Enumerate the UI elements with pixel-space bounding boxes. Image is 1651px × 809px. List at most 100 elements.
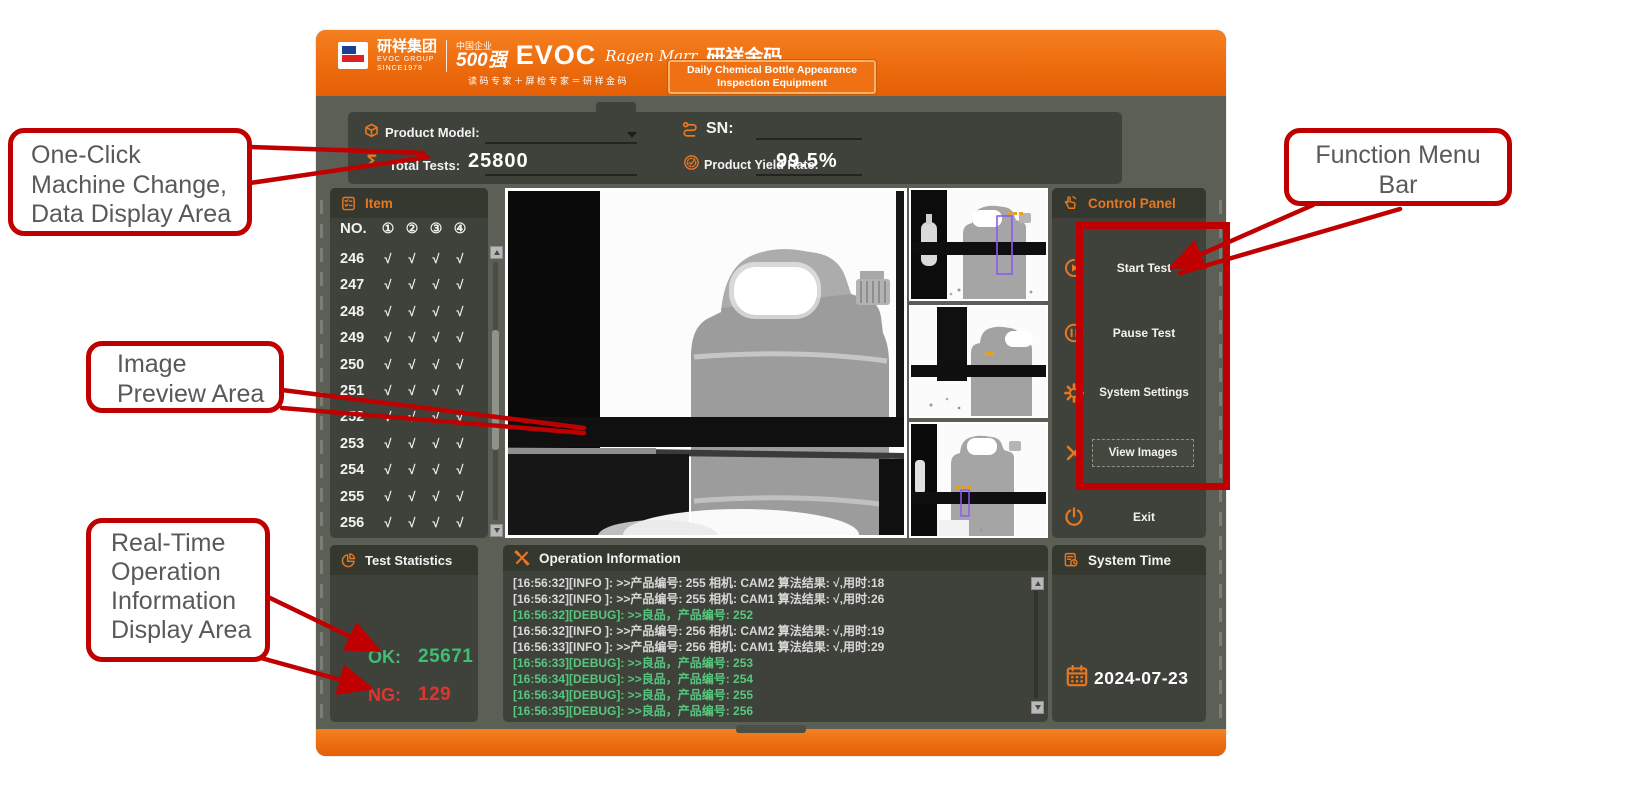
check-mark: √ <box>448 484 472 510</box>
check-mark: √ <box>400 484 424 510</box>
total-tests-field[interactable]: 25800 <box>485 150 637 176</box>
table-row[interactable]: 251√√√√ <box>330 378 488 404</box>
row-no: 248 <box>330 299 376 325</box>
table-row[interactable]: 250√√√√ <box>330 352 488 378</box>
check-mark: √ <box>448 378 472 404</box>
check-mark: √ <box>448 457 472 483</box>
row-no: 253 <box>330 431 376 457</box>
callout-data-display-area: One-Click Machine Change, Data Display A… <box>8 128 252 236</box>
logo-divider <box>446 40 447 72</box>
check-mark: √ <box>448 246 472 272</box>
callout-function-menu-bar: Function Menu Bar <box>1284 128 1512 206</box>
table-row[interactable]: 248√√√√ <box>330 299 488 325</box>
check-mark: √ <box>376 404 400 430</box>
evoc-wordmark: EVOC <box>516 40 597 71</box>
control-panel-header: Control Panel <box>1052 188 1206 218</box>
check-mark: √ <box>424 325 448 351</box>
check-mark: √ <box>448 431 472 457</box>
main-camera-image <box>505 188 907 538</box>
check-mark: √ <box>448 325 472 351</box>
row-no: 246 <box>330 246 376 272</box>
check-mark: √ <box>400 272 424 298</box>
frame-trim-left <box>320 200 323 720</box>
check-mark: √ <box>424 457 448 483</box>
table-row[interactable]: 252√√√√ <box>330 404 488 430</box>
check-mark: √ <box>376 272 400 298</box>
yield-rate-value: 99.5% <box>776 150 838 173</box>
product-model-label: Product Model: <box>385 125 480 140</box>
logo-group: 研祥集团 EVOC GROUP SINCE1978 <box>377 39 437 72</box>
check-mark: √ <box>400 404 424 430</box>
ng-value: 129 <box>418 684 451 706</box>
footer-notch <box>736 725 806 733</box>
log-lines: [16:56:32][INFO ]: >>产品编号: 255 相机: CAM2 … <box>513 575 1024 718</box>
system-time-header: System Time <box>1052 545 1206 575</box>
test-statistics-panel: Test Statistics OK: 25671 NG: 129 <box>330 545 478 722</box>
check-mark: √ <box>424 484 448 510</box>
row-no: 250 <box>330 352 376 378</box>
item-scroll-down-button[interactable] <box>490 524 503 537</box>
preview-thumbnail-3[interactable] <box>909 422 1048 538</box>
table-row[interactable]: 256√√√√ <box>330 510 488 536</box>
preview-thumbnail-2[interactable] <box>909 305 1048 418</box>
table-row[interactable]: 255√√√√ <box>330 484 488 510</box>
operation-information-panel: Operation Information [16:56:32][INFO ]:… <box>503 545 1048 722</box>
logo-enterprise: 中国企业 500强 <box>456 42 507 70</box>
log-line: [16:56:33][INFO ]: >>产品编号: 256 相机: CAM1 … <box>513 639 1024 655</box>
logo-500: 500强 <box>456 51 507 70</box>
app-title-line2: Inspection Equipment <box>717 77 827 90</box>
sn-label: SN: <box>706 120 734 138</box>
table-row[interactable]: 254√√√√ <box>330 457 488 483</box>
yield-rate-field[interactable]: 99.5% <box>756 150 862 176</box>
log-scrollbar-track[interactable] <box>1034 591 1038 698</box>
col-4: ④ <box>448 220 472 237</box>
exit-button[interactable]: Exit <box>1052 500 1206 534</box>
check-mark: √ <box>376 246 400 272</box>
row-no: 254 <box>330 457 376 483</box>
check-mark: √ <box>424 299 448 325</box>
col-2: ② <box>400 220 424 237</box>
row-no: 256 <box>330 510 376 536</box>
preview-image-3 <box>911 424 1046 536</box>
total-tests-value: 25800 <box>468 150 529 173</box>
power-icon <box>1062 505 1086 529</box>
item-scroll-up-button[interactable] <box>490 246 503 259</box>
item-scrollbar-thumb[interactable] <box>492 330 499 450</box>
row-no: 251 <box>330 378 376 404</box>
row-no: 255 <box>330 484 376 510</box>
table-row[interactable]: 247√√√√ <box>330 272 488 298</box>
check-mark: √ <box>376 431 400 457</box>
row-no: 247 <box>330 272 376 298</box>
preview-image-2 <box>911 307 1046 416</box>
system-time-title: System Time <box>1088 553 1171 568</box>
bottle-photo <box>508 191 904 535</box>
check-mark: √ <box>424 378 448 404</box>
operation-information-header: Operation Information <box>503 545 1048 571</box>
table-row[interactable]: 253√√√√ <box>330 431 488 457</box>
item-panel-title: Item <box>365 196 393 211</box>
check-mark: √ <box>448 352 472 378</box>
check-mark: √ <box>424 246 448 272</box>
table-row[interactable]: 246√√√√ <box>330 246 488 272</box>
log-scroll-down-button[interactable] <box>1031 701 1044 714</box>
row-no: 249 <box>330 325 376 351</box>
col-3: ③ <box>424 220 448 237</box>
function-menu-highlight-rect <box>1076 222 1230 490</box>
check-mark: √ <box>376 484 400 510</box>
check-mark: √ <box>448 299 472 325</box>
table-row[interactable]: 249√√√√ <box>330 325 488 351</box>
check-mark: √ <box>400 299 424 325</box>
hand-pointer-icon <box>1062 194 1080 212</box>
preview-thumbnail-1[interactable] <box>909 188 1048 301</box>
pie-chart-icon <box>340 552 357 569</box>
chevron-down-icon[interactable] <box>627 132 637 138</box>
sn-field[interactable] <box>756 120 862 140</box>
screenshot-canvas: 研祥集团 EVOC GROUP SINCE1978 中国企业 500强 EVOC… <box>0 0 1651 809</box>
log-line: [16:56:32][INFO ]: >>产品编号: 255 相机: CAM2 … <box>513 575 1024 591</box>
checklist-icon <box>340 195 357 212</box>
check-mark: √ <box>400 378 424 404</box>
product-model-dropdown[interactable] <box>485 122 637 144</box>
log-scroll-up-button[interactable] <box>1031 577 1044 590</box>
app-footer <box>316 729 1226 756</box>
item-table-header: NO. ① ② ③ ④ <box>330 220 488 237</box>
